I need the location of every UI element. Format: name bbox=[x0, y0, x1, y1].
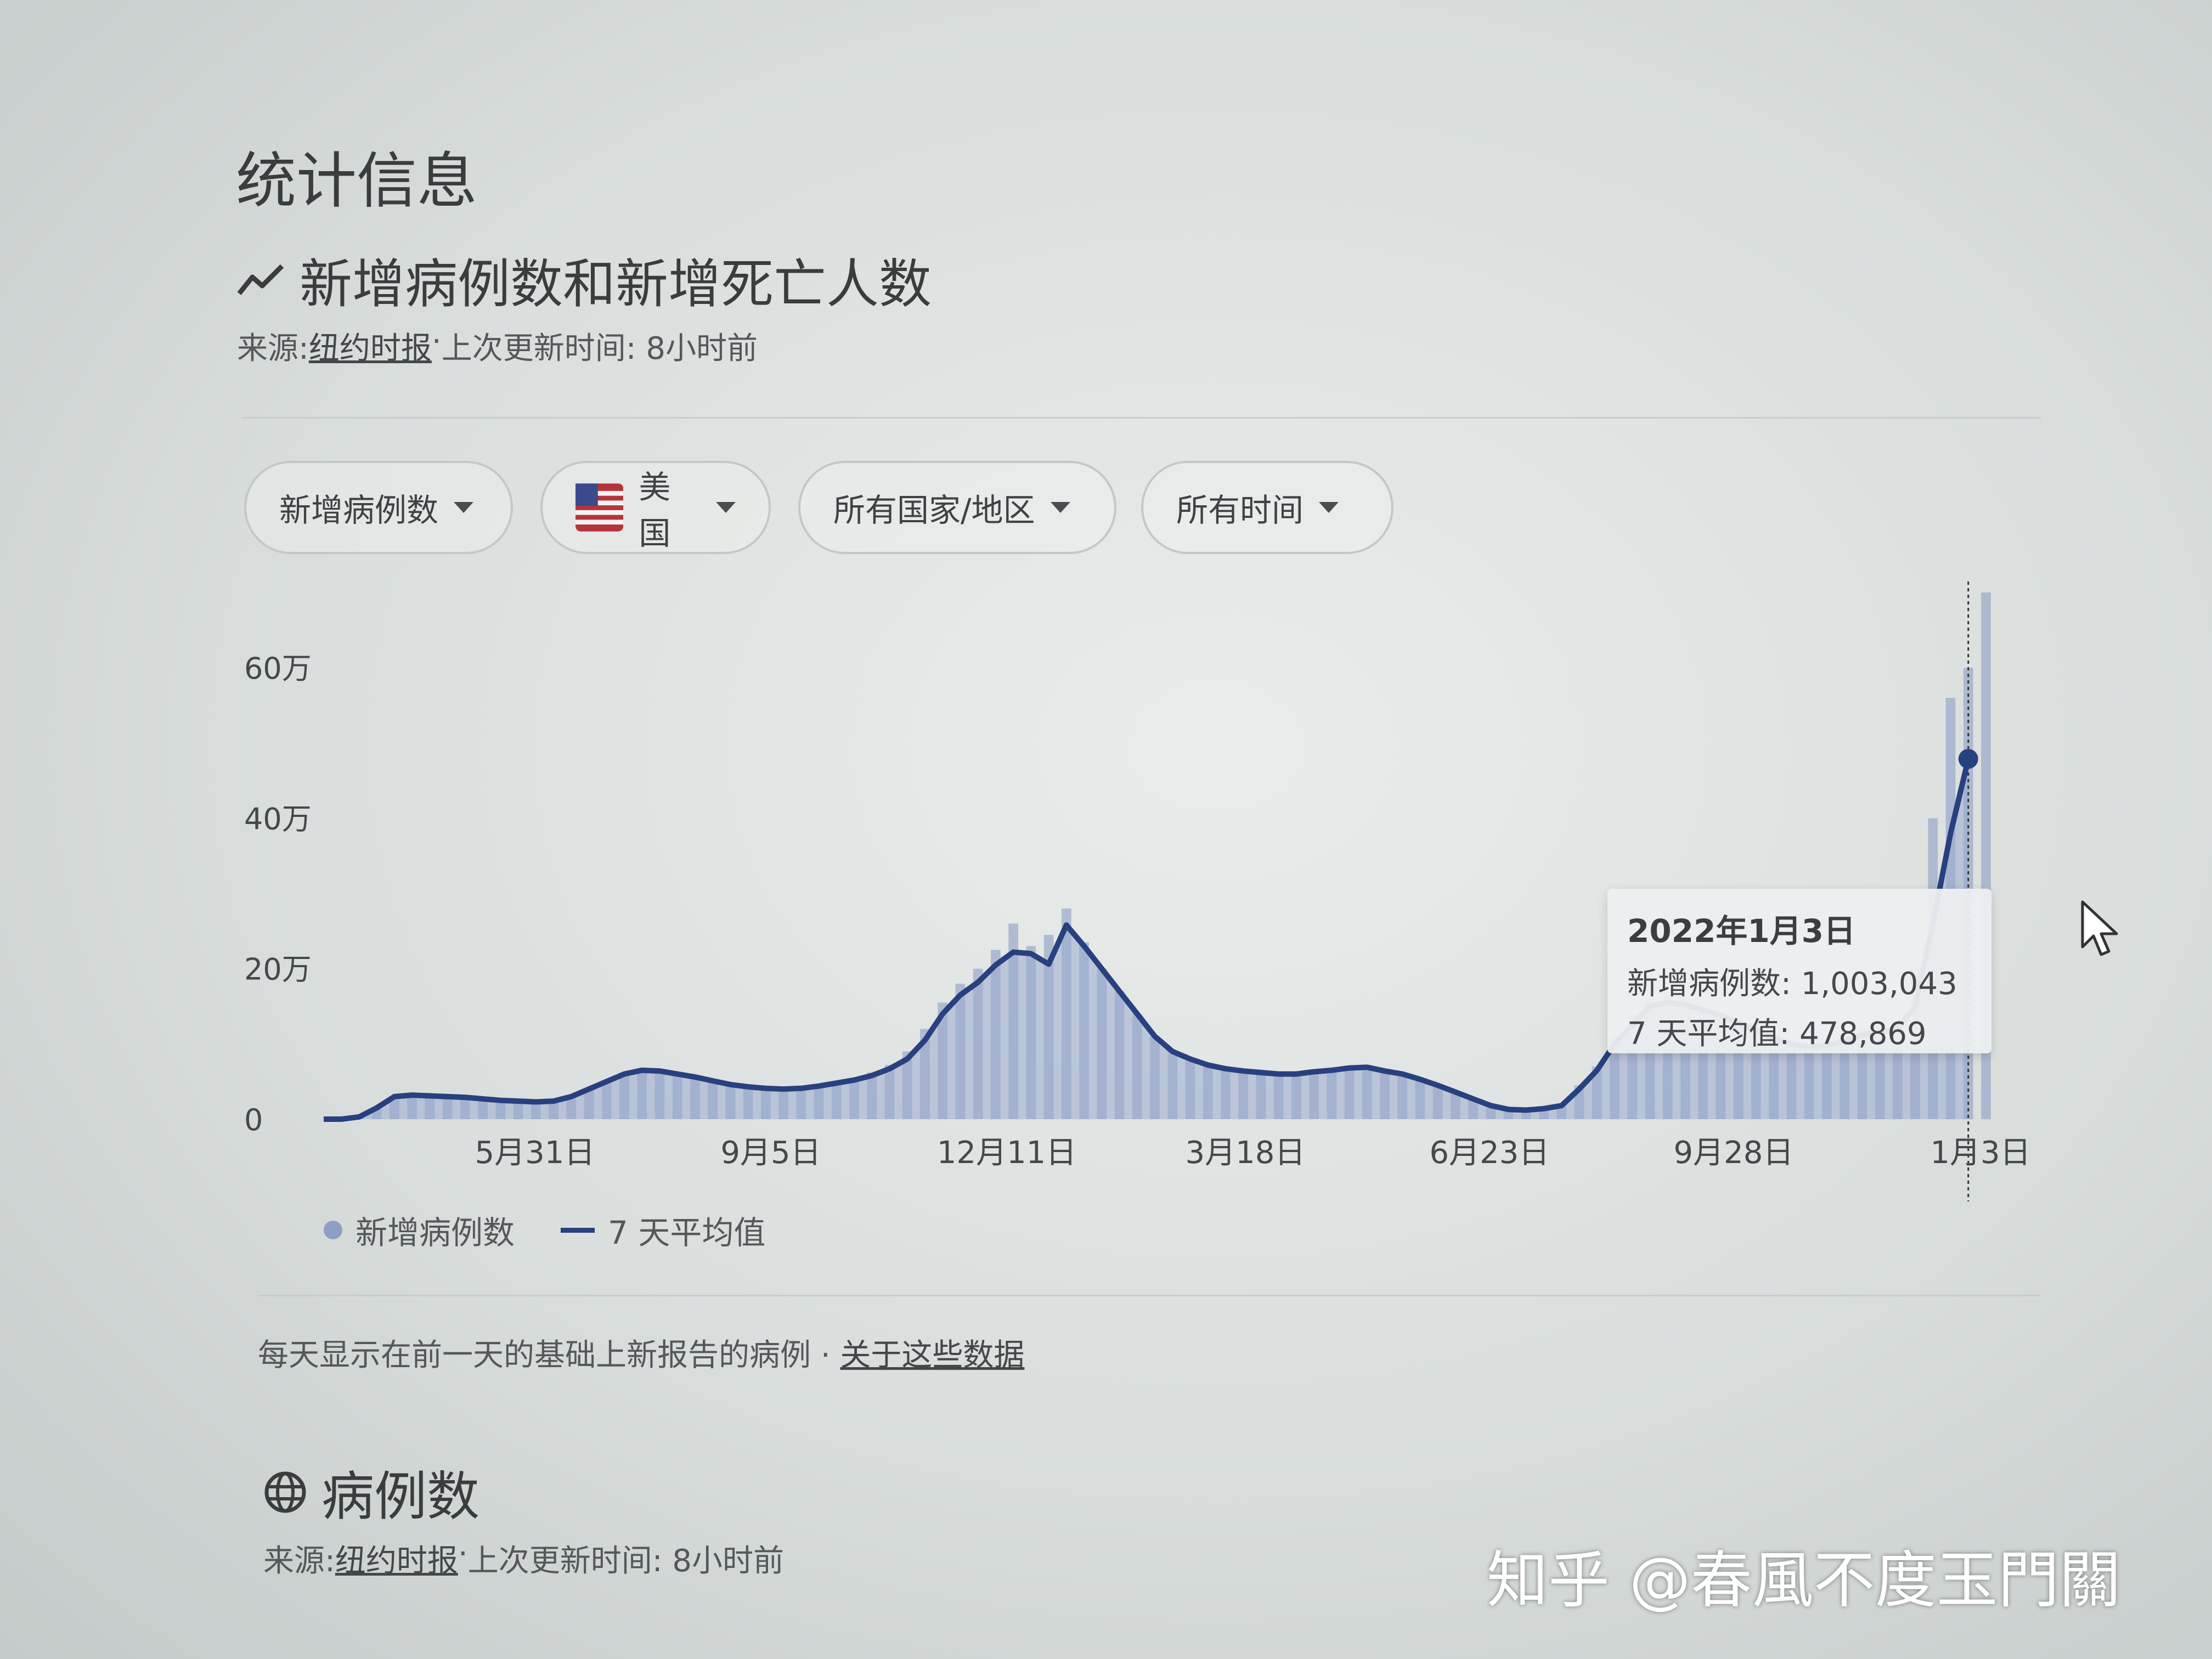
x-tick-label: 6月23日 bbox=[1430, 1135, 1550, 1171]
y-tick-label: 0 bbox=[244, 1103, 263, 1137]
section-title: 病例数 bbox=[321, 1466, 479, 1527]
note-text: 每天显示在前一天的基础上新报告的病例 bbox=[258, 1338, 811, 1373]
source-link[interactable]: 纽约时报 bbox=[335, 1536, 458, 1581]
legend-avg-label: 7 天平均值 bbox=[608, 1214, 766, 1251]
note-separator: · bbox=[820, 1338, 840, 1373]
chart-tooltip: 2022年1月3日 新增病例数: 1,003,043 7 天平均值: 478,8… bbox=[1607, 889, 1991, 1053]
updated-separator: · bbox=[458, 1536, 468, 1572]
cases-chart[interactable]: 0 20万 40万 60万 5月31日 9月5日 12月11日 3月18日 6月23日 9月28… bbox=[0, 0, 2212, 1659]
watermark: 知乎 @春風不度玉門關 bbox=[1487, 1545, 2121, 1616]
case-count-section-header: 病例数 bbox=[263, 1454, 479, 1530]
tooltip-cases-label: 新增病例数: bbox=[1627, 966, 1791, 1002]
last-updated: 上次更新时间: 8小时前 bbox=[467, 1543, 784, 1579]
tooltip-cases-row: 新增病例数: 1,003,043 bbox=[1627, 959, 1972, 1003]
hover-point bbox=[1958, 749, 1978, 769]
tooltip-avg-label: 7 天平均值: bbox=[1627, 1016, 1790, 1052]
data-note: 每天显示在前一天的基础上新报告的病例 · 关于这些数据 bbox=[258, 1330, 1024, 1375]
x-tick-label: 1月3日 bbox=[1930, 1135, 2030, 1171]
globe-icon bbox=[264, 1471, 306, 1513]
x-tick-label: 3月18日 bbox=[1186, 1135, 1306, 1171]
tooltip-avg-row: 7 天平均值: 478,869 bbox=[1627, 1009, 1972, 1053]
legend-cases-label: 新增病例数 bbox=[356, 1214, 515, 1251]
x-tick-label: 9月28日 bbox=[1674, 1135, 1794, 1171]
source-label: 来源: bbox=[263, 1543, 335, 1579]
x-tick-label: 5月31日 bbox=[475, 1135, 595, 1171]
legend-cases-swatch bbox=[324, 1221, 342, 1239]
mouse-cursor-icon bbox=[2081, 900, 2118, 956]
y-tick-label: 40万 bbox=[244, 802, 312, 836]
y-tick-label: 60万 bbox=[244, 651, 312, 686]
tooltip-cases-value: 1,003,043 bbox=[1801, 966, 1957, 1002]
tooltip-avg-value: 478,869 bbox=[1799, 1016, 1927, 1052]
tooltip-date: 2022年1月3日 bbox=[1627, 912, 1856, 950]
chart-legend: 新增病例数 7 天平均值 bbox=[324, 1207, 765, 1253]
x-tick-label: 12月11日 bbox=[937, 1135, 1077, 1171]
x-tick-label: 9月5日 bbox=[720, 1135, 821, 1171]
divider bbox=[258, 1295, 2041, 1296]
source-line: 来源: 纽约时报 · 上次更新时间: 8小时前 bbox=[263, 1536, 784, 1581]
legend-avg-swatch bbox=[561, 1227, 595, 1233]
y-tick-label: 20万 bbox=[244, 952, 312, 987]
about-data-link[interactable]: 关于这些数据 bbox=[840, 1338, 1024, 1373]
